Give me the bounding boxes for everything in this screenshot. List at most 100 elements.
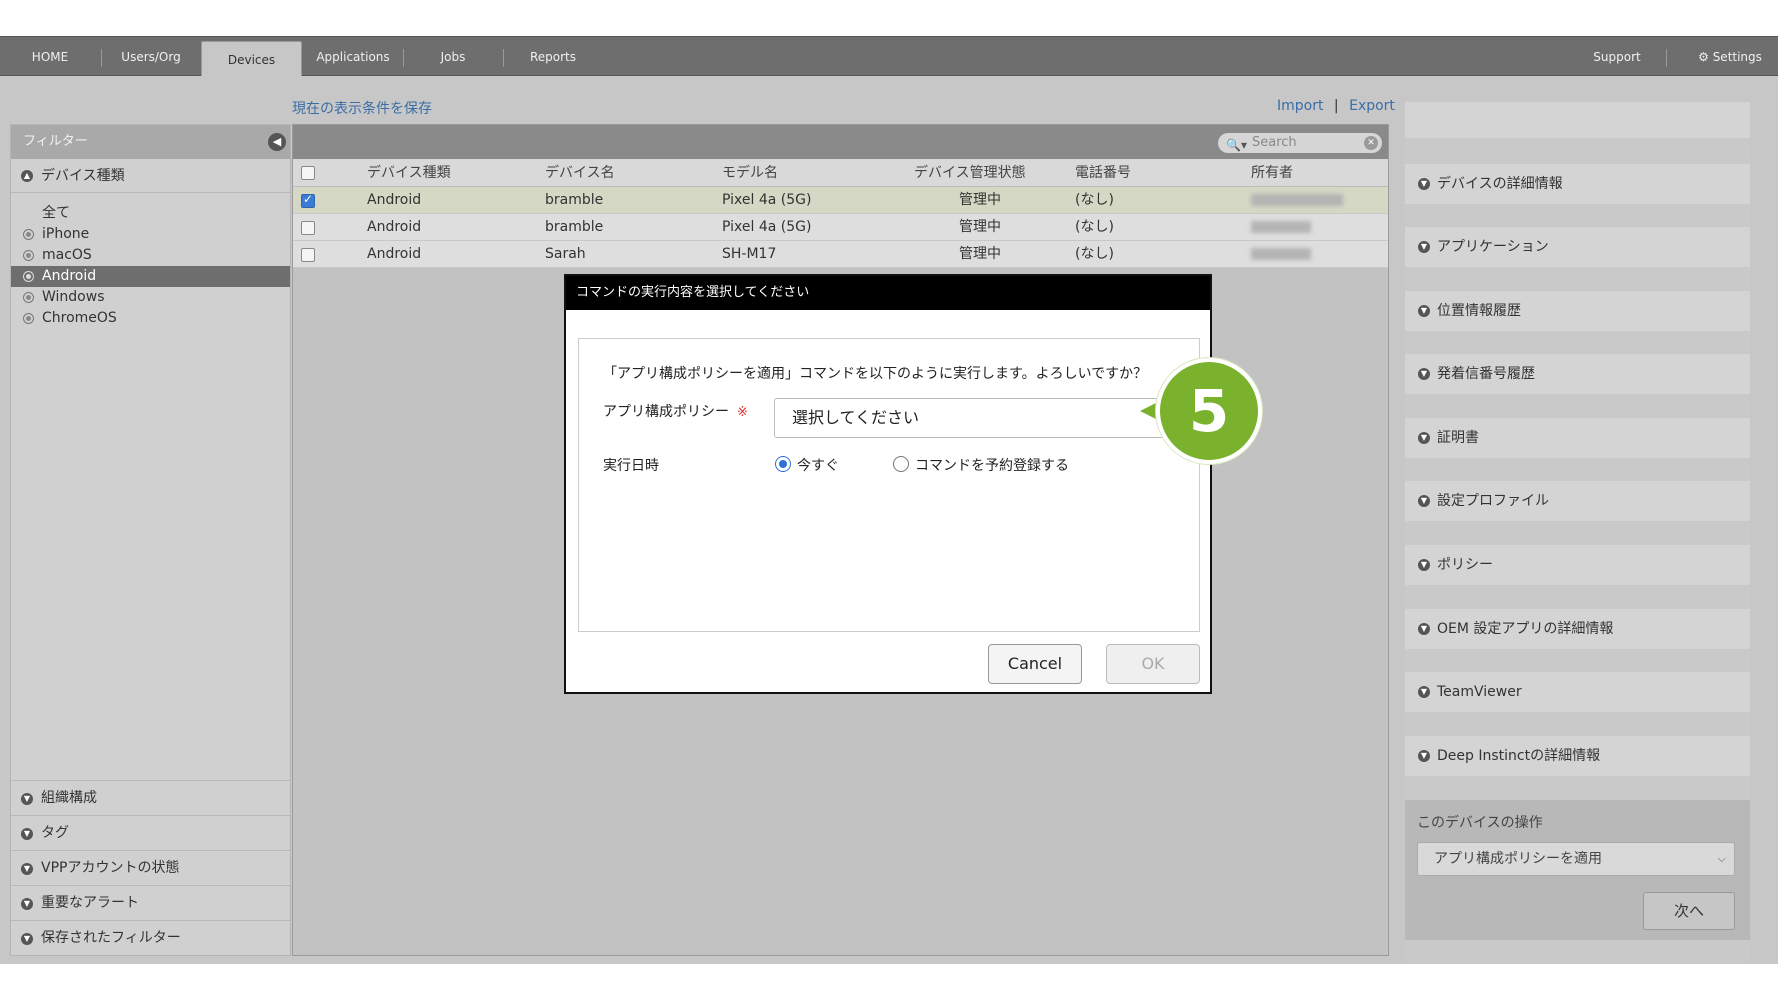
filter-item-windows[interactable]: Windows	[11, 287, 290, 308]
chevron-down-icon: ▼	[1418, 623, 1430, 635]
radio-icon	[23, 313, 34, 324]
radio-now-label[interactable]: 今すぐ	[797, 455, 839, 475]
section-alerts[interactable]: ▼ 重要なアラート	[11, 885, 290, 920]
ok-button[interactable]: OK	[1106, 644, 1200, 684]
table-row[interactable]: Android Sarah SH-M17 管理中 (なし)	[293, 241, 1388, 268]
filter-item-all[interactable]: 全て	[11, 203, 290, 224]
export-link[interactable]: Export	[1349, 98, 1395, 114]
clear-icon[interactable]: ✕	[1364, 136, 1378, 150]
cell-type: Android	[367, 246, 422, 262]
detail-item-policy[interactable]: ▼ ポリシー	[1405, 545, 1750, 585]
section-vpp[interactable]: ▼ VPPアカウントの状態	[11, 850, 290, 885]
chevron-down-icon: ▼	[21, 793, 33, 805]
nav-divider	[1666, 49, 1667, 67]
table-row[interactable]: Android bramble Pixel 4a (5G) 管理中 (なし)	[293, 187, 1388, 214]
radio-icon	[23, 250, 34, 261]
owner-redacted	[1251, 194, 1343, 206]
save-view-link[interactable]: 現在の表示条件を保存	[292, 98, 432, 118]
filter-item-chromeos[interactable]: ChromeOS	[11, 308, 290, 329]
chevron-up-icon: ▲	[21, 170, 33, 182]
cell-name: bramble	[545, 219, 604, 235]
tab-applications[interactable]: Applications	[310, 37, 396, 77]
radio-schedule[interactable]	[893, 456, 909, 472]
detail-item-oem[interactable]: ▼ OEM 設定アプリの詳細情報	[1405, 609, 1750, 649]
dialog-body: 「アプリ構成ポリシーを適用」コマンドを以下のように実行します。よろしいですか？ …	[578, 338, 1200, 632]
support-link[interactable]: Support	[1582, 37, 1652, 77]
detail-item-profiles[interactable]: ▼ 設定プロファイル	[1405, 481, 1750, 521]
cell-status: 管理中	[959, 246, 1001, 262]
detail-item-partial[interactable]	[1405, 102, 1750, 138]
operation-select[interactable]: アプリ構成ポリシーを適用 ⌵	[1417, 842, 1735, 876]
tab-devices[interactable]: Devices	[201, 41, 302, 78]
device-type-section[interactable]: ▲ デバイス種類	[11, 159, 290, 193]
table-row[interactable]: Android bramble Pixel 4a (5G) 管理中 (なし)	[293, 214, 1388, 241]
section-tags[interactable]: ▼ タグ	[11, 815, 290, 850]
chevron-down-icon: ▼	[21, 933, 33, 945]
radio-schedule-label[interactable]: コマンドを予約登録する	[915, 455, 1069, 475]
chevron-down-icon: ▼	[1418, 305, 1430, 317]
policy-label: アプリ構成ポリシー ※	[603, 404, 748, 420]
col-phone[interactable]: 電話番号	[1075, 159, 1131, 187]
tab-jobs[interactable]: Jobs	[420, 37, 486, 77]
radio-icon	[23, 292, 34, 303]
detail-item-applications[interactable]: ▼ アプリケーション	[1405, 227, 1750, 267]
settings-label: Settings	[1712, 50, 1762, 64]
tab-users-org[interactable]: Users/Org	[110, 37, 192, 77]
command-dialog: コマンドの実行内容を選択してください 「アプリ構成ポリシーを適用」コマンドを以下…	[564, 274, 1212, 694]
tab-reports[interactable]: Reports	[518, 37, 588, 77]
cancel-button[interactable]: Cancel	[988, 644, 1082, 684]
col-status[interactable]: デバイス管理状態	[914, 159, 1026, 187]
row-checkbox[interactable]	[301, 192, 315, 208]
section-org[interactable]: ▼ 組織構成	[11, 780, 290, 815]
chevron-down-icon: ▼	[1418, 750, 1430, 762]
detail-item-device-info[interactable]: ▼ デバイスの詳細情報	[1405, 164, 1750, 204]
cell-type: Android	[367, 219, 422, 235]
col-device-type[interactable]: デバイス種類	[367, 159, 451, 187]
detail-item-deep-instinct[interactable]: ▼ Deep Instinctの詳細情報	[1405, 736, 1750, 776]
required-mark: ※	[737, 405, 748, 420]
cell-model: SH-M17	[722, 246, 777, 262]
chevron-down-icon: ▼	[1418, 495, 1430, 507]
chevron-down-icon: ▼	[1418, 241, 1430, 253]
row-checkbox[interactable]	[301, 248, 315, 262]
detail-item-calls[interactable]: ▼ 発着信番号履歴	[1405, 354, 1750, 394]
dialog-title: コマンドの実行内容を選択してください	[566, 276, 1210, 310]
cell-status: 管理中	[959, 219, 1001, 235]
cell-name: bramble	[545, 192, 604, 208]
search-icon: 🔍▾	[1226, 138, 1247, 152]
table-header: デバイス種類 デバイス名 モデル名 デバイス管理状態 電話番号 所有者	[293, 159, 1388, 187]
cell-model: Pixel 4a (5G)	[722, 219, 812, 235]
nav-divider	[101, 49, 102, 67]
owner-redacted	[1251, 221, 1311, 233]
chevron-down-icon: ▼	[1418, 178, 1430, 190]
filter-item-macos[interactable]: macOS	[11, 245, 290, 266]
import-export-links: Import | Export	[1277, 98, 1395, 114]
tab-home[interactable]: HOME	[16, 37, 84, 77]
filter-item-android[interactable]: Android	[11, 266, 290, 287]
col-device-name[interactable]: デバイス名	[545, 159, 615, 187]
search-placeholder: Search	[1252, 135, 1297, 150]
col-model[interactable]: モデル名	[722, 159, 778, 187]
col-owner[interactable]: 所有者	[1251, 159, 1293, 187]
select-all-checkbox[interactable]	[301, 166, 315, 180]
row-checkbox[interactable]	[301, 221, 315, 235]
search-input[interactable]: 🔍▾ Search ✕	[1218, 133, 1382, 153]
filter-header: フィルター ◀	[11, 125, 290, 159]
radio-now[interactable]	[775, 456, 791, 472]
import-link[interactable]: Import	[1277, 98, 1323, 114]
gear-icon: ⚙	[1698, 50, 1709, 64]
datetime-label: 実行日時	[603, 458, 659, 474]
detail-item-certificates[interactable]: ▼ 証明書	[1405, 418, 1750, 458]
detail-item-location[interactable]: ▼ 位置情報履歴	[1405, 291, 1750, 331]
filter-item-iphone[interactable]: iPhone	[11, 224, 290, 245]
device-type-label: デバイス種類	[41, 168, 125, 184]
settings-link[interactable]: ⚙ Settings	[1680, 37, 1778, 77]
chevron-down-icon: ▼	[21, 863, 33, 875]
next-button[interactable]: 次へ	[1643, 892, 1735, 930]
device-operations: このデバイスの操作 アプリ構成ポリシーを適用 ⌵ 次へ	[1405, 800, 1750, 940]
detail-item-teamviewer[interactable]: ▼ TeamViewer	[1405, 672, 1750, 712]
policy-select[interactable]: 選択してください	[774, 398, 1174, 438]
collapse-icon[interactable]: ◀	[268, 133, 286, 151]
section-saved-filters[interactable]: ▼ 保存されたフィルター	[11, 920, 290, 955]
chevron-down-icon: ▼	[1418, 559, 1430, 571]
